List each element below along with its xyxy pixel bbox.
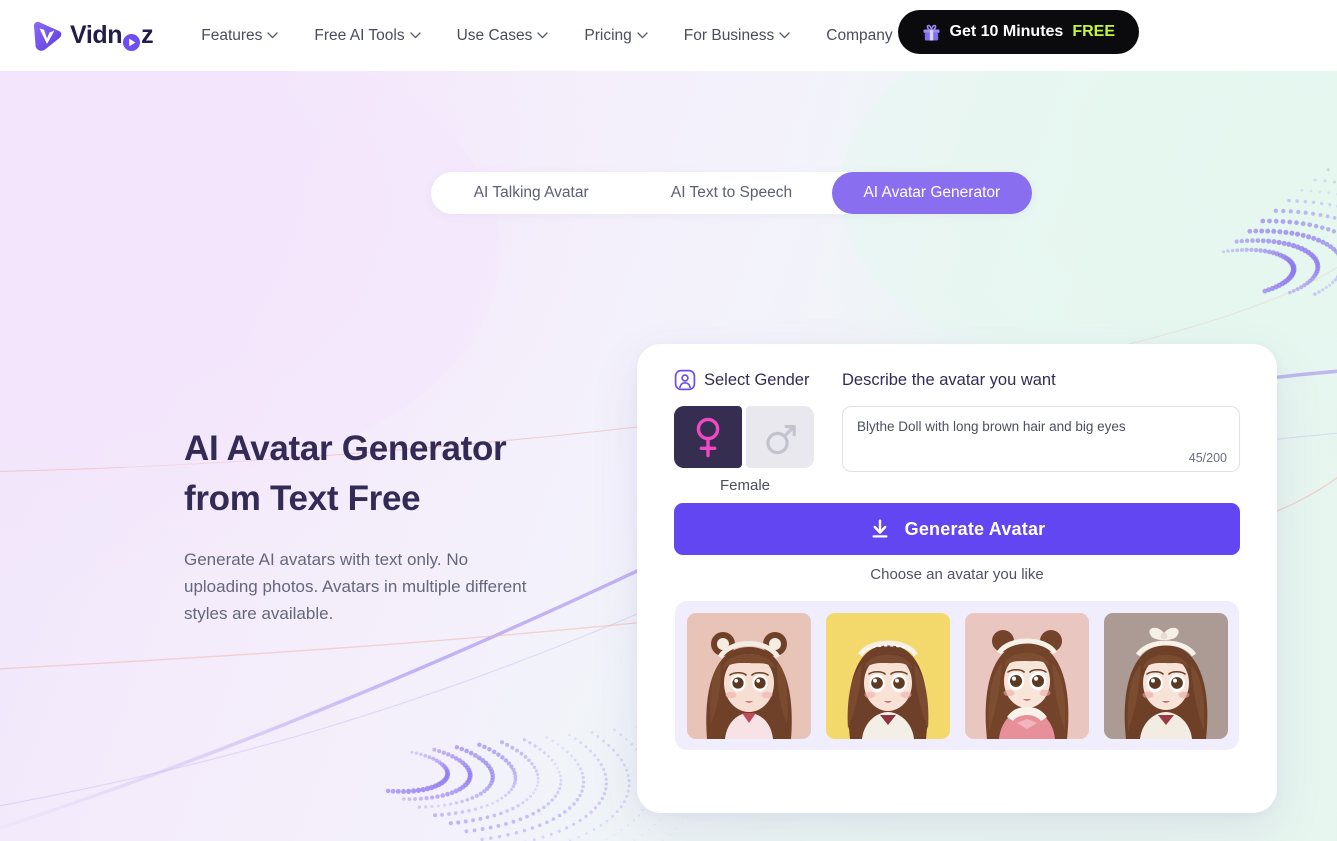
select-gender-label-group: Select Gender	[674, 369, 842, 391]
gender-selected-caption: Female	[719, 477, 771, 494]
card-labels-row: Select Gender Describe the avatar you wa…	[674, 368, 1240, 392]
tab-label: AI Talking Avatar	[473, 184, 589, 201]
chevron-down-icon	[267, 32, 279, 39]
nav-label: Company	[826, 26, 893, 44]
chevron-down-icon	[779, 32, 790, 39]
main-navigation: Features Free AI Tools Use Cases Pricing	[183, 19, 926, 53]
avatar-option-1[interactable]	[686, 612, 811, 739]
chevron-down-icon	[537, 32, 549, 39]
logo-word-pre: Vidn	[70, 21, 123, 49]
page-subtitle: Generate AI avatars with text only. No u…	[184, 550, 527, 623]
mode-tabs: AI Talking Avatar AI Text to Speech AI A…	[431, 172, 1032, 214]
tab-label: AI Avatar Generator	[863, 184, 1001, 201]
page-title: AI Avatar Generator from Text Free	[184, 424, 604, 524]
card-controls-row: Female Blythe Doll with long brown hair …	[674, 406, 1240, 494]
logo-word-post: z	[141, 21, 154, 49]
avatar-options-strip	[675, 601, 1239, 750]
site-header: Vidn z Features Free AI Tools Use Cases …	[0, 0, 1337, 71]
person-badge-icon	[674, 369, 696, 391]
logo-wordmark: Vidn z	[70, 21, 154, 51]
choose-avatar-label: Choose an avatar you like	[870, 566, 1044, 583]
male-symbol-icon	[763, 415, 797, 459]
gender-tiles	[674, 406, 842, 468]
avatar-option-4[interactable]	[1103, 612, 1228, 739]
prompt-input-value: Blythe Doll with long brown hair and big…	[857, 419, 1126, 434]
download-icon	[869, 518, 891, 540]
nav-item-features[interactable]: Features	[183, 19, 296, 53]
chevron-down-icon	[409, 32, 421, 39]
avatar-option-2[interactable]	[825, 612, 950, 739]
page-title-line-1: AI Avatar Generator	[184, 429, 507, 468]
hero-copy: AI Avatar Generator from Text Free Gener…	[184, 424, 604, 627]
nav-item-use-cases[interactable]: Use Cases	[439, 19, 567, 53]
female-symbol-icon	[691, 415, 725, 459]
nav-label: Free AI Tools	[314, 26, 405, 44]
gift-icon	[922, 23, 941, 42]
vidnoz-logo[interactable]: Vidn z	[30, 19, 154, 53]
tab-ai-avatar-generator[interactable]: AI Avatar Generator	[831, 172, 1032, 214]
prompt-input[interactable]: Blythe Doll with long brown hair and big…	[842, 406, 1240, 472]
generate-avatar-label: Generate Avatar	[904, 518, 1046, 539]
nav-label: Features	[201, 26, 263, 44]
cta-label: Get 10 Minutes	[949, 23, 1064, 40]
nav-item-free-ai-tools[interactable]: Free AI Tools	[296, 19, 438, 53]
nav-item-pricing[interactable]: Pricing	[566, 19, 665, 53]
tab-label: AI Text to Speech	[670, 184, 793, 201]
nav-label: Use Cases	[456, 26, 533, 44]
page-root: Vidn z Features Free AI Tools Use Cases …	[0, 0, 1337, 841]
card-content: Select Gender Describe the avatar you wa…	[674, 368, 1240, 494]
gender-option-male[interactable]	[746, 406, 814, 468]
gender-option-female[interactable]	[674, 406, 742, 468]
page-title-line-2: from Text Free	[184, 479, 421, 518]
tab-ai-talking-avatar[interactable]: AI Talking Avatar	[431, 172, 631, 214]
select-gender-label: Select Gender	[704, 370, 810, 389]
nav-item-for-business[interactable]: For Business	[666, 19, 808, 53]
cta-highlight: FREE	[1072, 23, 1115, 40]
prompt-label: Describe the avatar you want	[842, 370, 1056, 389]
logo-o-icon	[123, 29, 141, 51]
hero-section: AI Talking Avatar AI Text to Speech AI A…	[0, 71, 1337, 841]
avatar-option-3[interactable]	[964, 612, 1089, 739]
logo-mark-svg	[34, 21, 62, 51]
nav-label: For Business	[683, 26, 775, 44]
gender-selector: Female	[674, 406, 842, 494]
prompt-char-counter: 45/200	[1188, 451, 1227, 465]
nav-label: Pricing	[584, 26, 632, 44]
generate-avatar-button[interactable]: Generate Avatar	[674, 503, 1240, 555]
chevron-down-icon	[637, 32, 648, 39]
vidnoz-play-logo-icon	[30, 19, 64, 53]
tab-ai-text-to-speech[interactable]: AI Text to Speech	[631, 172, 831, 214]
get-free-minutes-button[interactable]: Get 10 Minutes FREE	[897, 10, 1139, 54]
